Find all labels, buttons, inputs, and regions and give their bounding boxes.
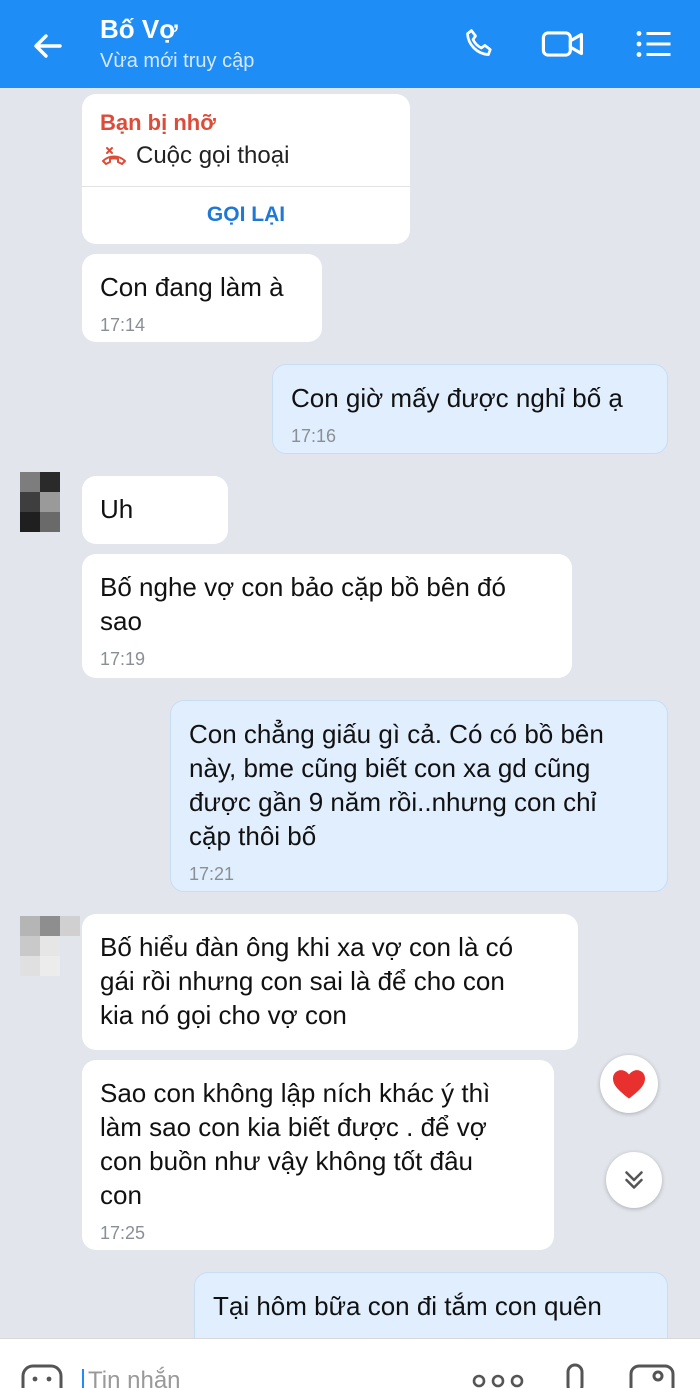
message-time: 17:14 [100,315,146,335]
back-button[interactable] [26,24,70,68]
message-text: Con đang làm à [100,272,284,302]
message-bubble-incoming[interactable]: Sao con không lập ních khác ý thì làm sa… [82,1060,554,1250]
contact-name[interactable]: Bố Vợ [100,14,178,45]
last-seen-status: Vừa mới truy cập [100,50,255,72]
list-menu-icon [636,31,671,57]
missed-call-title: Bạn bị nhỡ [100,110,216,135]
more-options-button[interactable] [470,1373,526,1388]
message-list[interactable]: Bạn bị nhỡ Cuộc gọi thoại GỌI LẠI Con đa… [0,88,700,1338]
double-chevron-down-icon [625,1171,643,1189]
reaction-button[interactable] [600,1055,658,1113]
message-time: 17:25 [100,1223,146,1243]
missed-call-card: Bạn bị nhỡ Cuộc gọi thoại GỌI LẠI [82,94,410,244]
message-time: 17:19 [100,649,146,669]
message-text: Con giờ mấy được nghỉ bố ạ [291,383,623,413]
message-bubble-outgoing[interactable]: Con giờ mấy được nghỉ bố ạ 17:16 [272,364,668,454]
sender-avatar[interactable] [20,916,80,976]
message-time: 17:16 [291,426,337,446]
message-input-bar: Tin nhắn [0,1338,700,1388]
microphone-icon [566,1363,584,1388]
message-bubble-incoming[interactable]: Bố hiểu đàn ông khi xa vợ con là có gái … [82,914,578,1050]
sender-avatar[interactable] [20,472,60,532]
chat-header: Bố Vợ Vừa mới truy cập [0,0,700,88]
message-input[interactable]: Tin nhắn [88,1367,181,1388]
more-dots-icon [472,1374,524,1388]
call-back-button[interactable]: GỌI LẠI [82,186,410,244]
message-text: Uh [100,494,134,524]
message-text: Con chẳng giấu gì cả. Có có bồ bên này, … [189,719,604,851]
video-camera-icon [541,31,583,57]
message-bubble-outgoing[interactable]: Con chẳng giấu gì cả. Có có bồ bên này, … [170,700,668,892]
phone-icon [466,29,492,56]
message-text: Bố nghe vợ con bảo cặp bồ bên đó sao [100,572,506,636]
message-bubble-outgoing[interactable]: Tại hôm bữa con đi tắm con quên [194,1272,668,1338]
sticker-button[interactable] [20,1363,64,1388]
voice-record-button[interactable] [562,1363,588,1388]
voice-call-button[interactable] [456,22,504,66]
message-bubble-incoming[interactable]: Con đang làm à 17:14 [82,254,322,342]
message-time: 17:21 [189,864,235,884]
scroll-to-bottom-button[interactable] [606,1152,662,1208]
emoji-icon [21,1364,63,1388]
message-text: Bố hiểu đàn ông khi xa vợ con là có gái … [100,932,514,1030]
image-icon [629,1364,675,1388]
video-call-button[interactable] [540,22,588,66]
message-text: Tại hôm bữa con đi tắm con quên [213,1291,602,1321]
arrow-left-icon [34,34,62,58]
message-text: Sao con không lập ních khác ý thì làm sa… [100,1078,491,1210]
image-picker-button[interactable] [628,1363,676,1388]
message-bubble-incoming[interactable]: Uh [82,476,228,544]
chat-menu-button[interactable] [630,22,678,66]
message-bubble-incoming[interactable]: Bố nghe vợ con bảo cặp bồ bên đó sao 17:… [82,554,572,678]
missed-call-row: Cuộc gọi thoại [100,142,289,170]
missed-call-icon [102,147,126,165]
heart-icon [613,1070,645,1099]
missed-call-label: Cuộc gọi thoại [136,142,290,169]
text-cursor [82,1369,84,1388]
